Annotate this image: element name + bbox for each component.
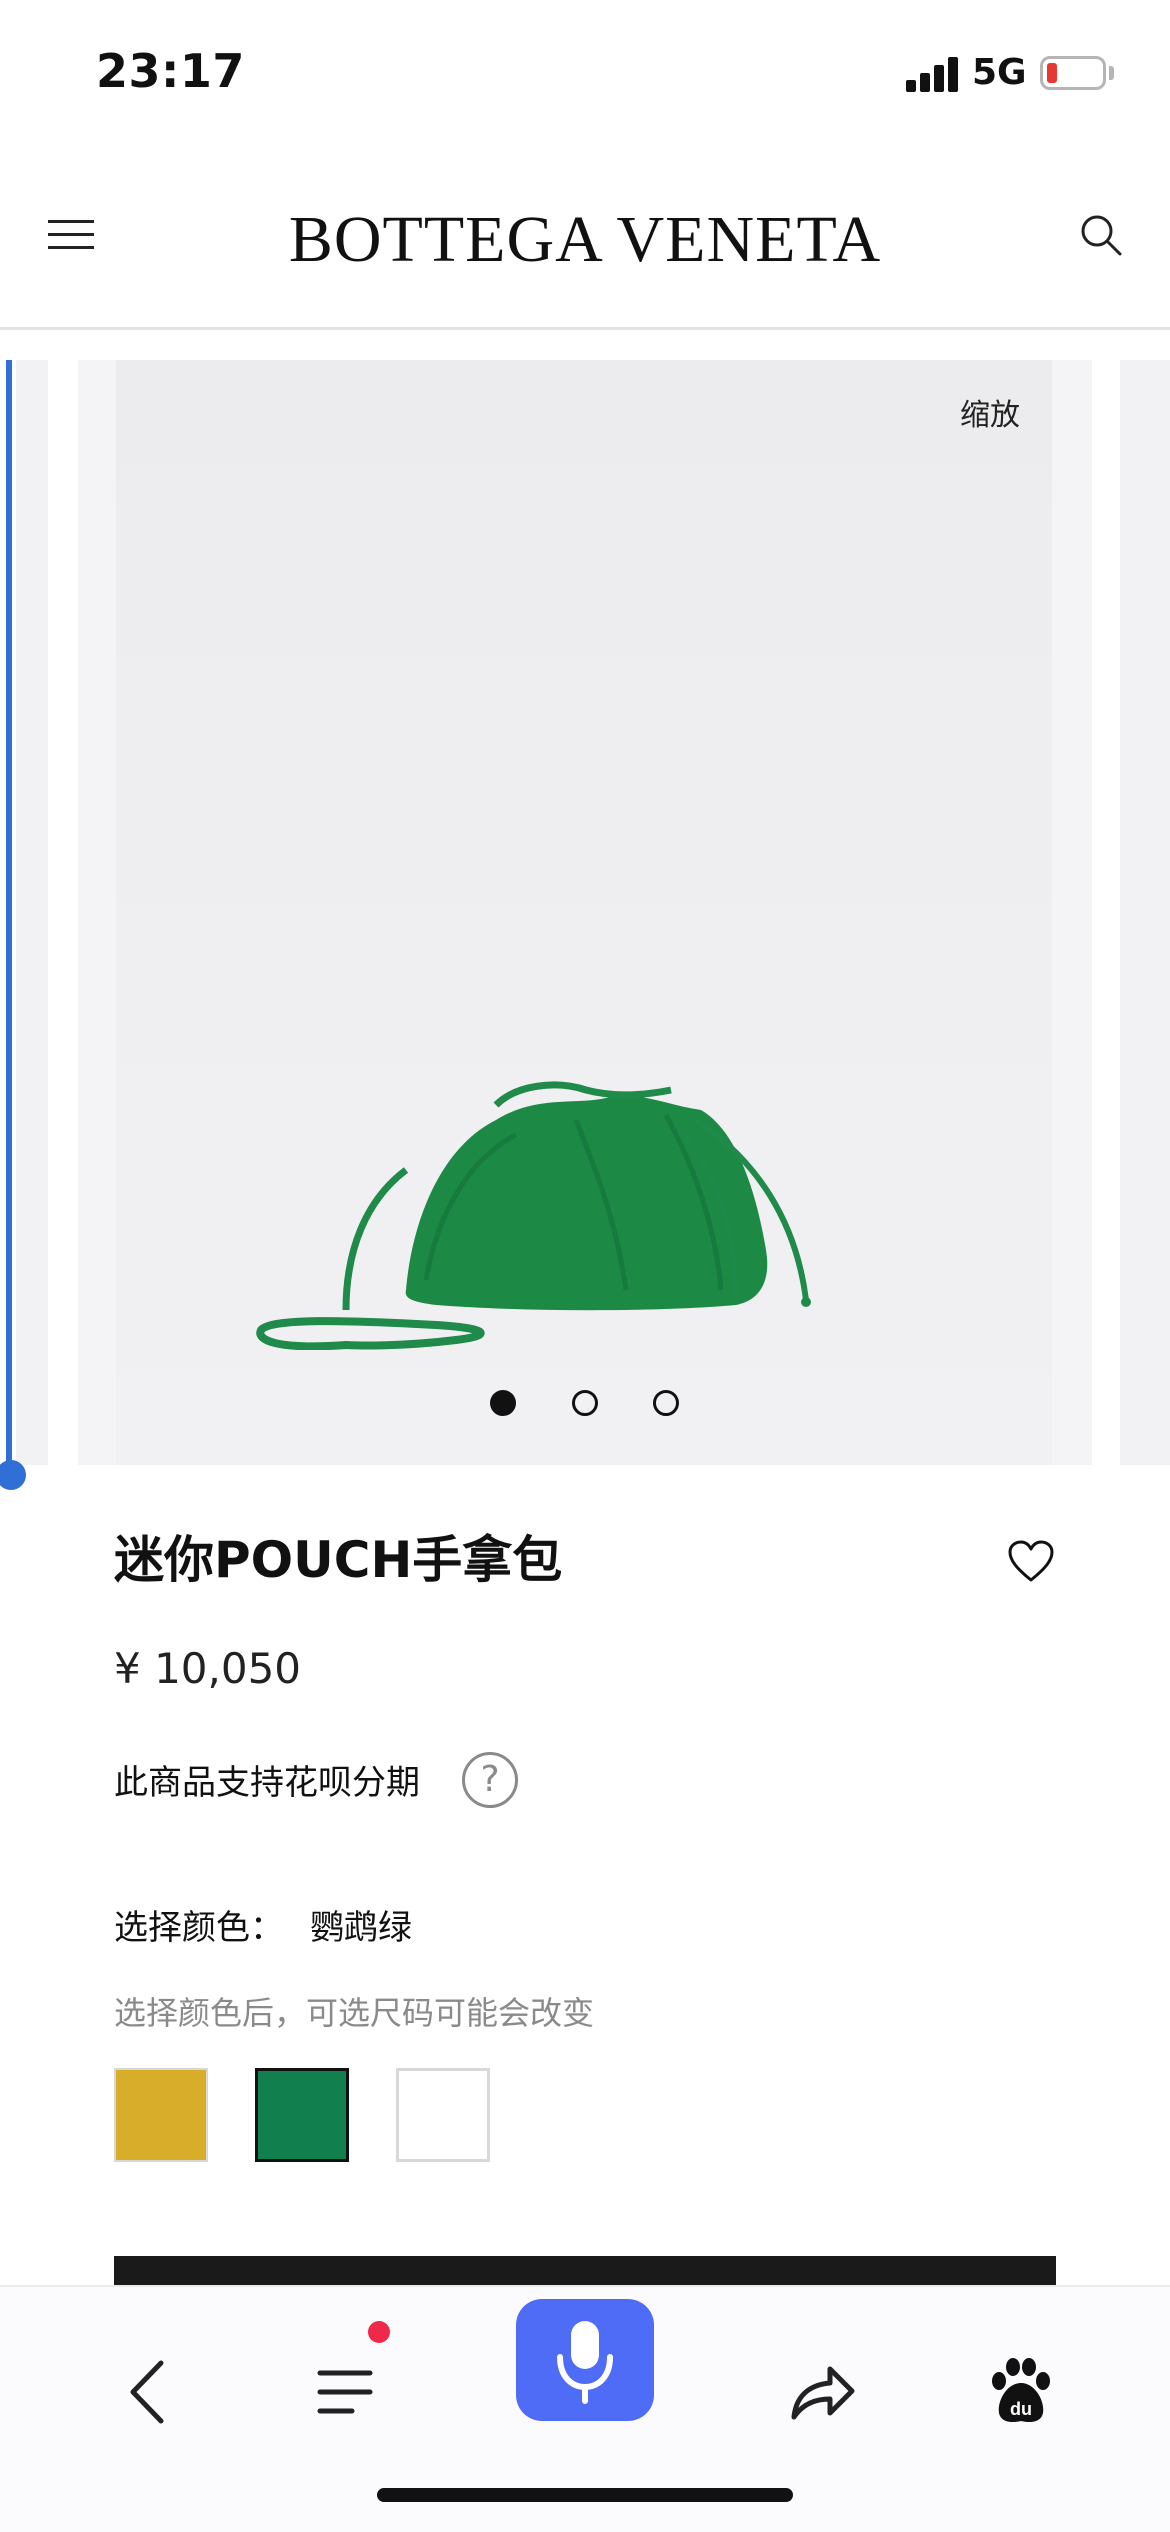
microphone-icon — [557, 2321, 613, 2404]
home-indicator[interactable] — [377, 2488, 793, 2502]
notification-dot — [368, 2321, 390, 2343]
back-icon[interactable] — [115, 2357, 185, 2427]
add-to-bag-button[interactable] — [114, 2256, 1056, 2286]
scroll-indicator — [6, 360, 12, 1475]
brand-logo[interactable]: BOTTEGA VENETA — [0, 202, 1170, 278]
baidu-icon[interactable]: du — [985, 2357, 1055, 2427]
menu-icon[interactable] — [312, 2357, 382, 2427]
battery-cap — [1109, 66, 1114, 80]
network-label: 5G — [972, 52, 1027, 93]
installment-text: 此商品支持花呗分期 — [114, 1763, 420, 1803]
status-time: 23:17 — [96, 44, 245, 98]
color-value: 鹦鹉绿 — [310, 1908, 412, 1948]
previous-card — [16, 360, 48, 1465]
pagination-dot[interactable] — [653, 1390, 679, 1416]
svg-text:du: du — [1010, 2399, 1032, 2419]
product-title: 迷你POUCH手拿包 — [114, 1531, 563, 1589]
color-label: 选择颜色： — [114, 1908, 284, 1948]
help-icon[interactable]: ? — [462, 1752, 518, 1808]
product-photo[interactable]: 缩放 — [116, 360, 1052, 1465]
color-swatch-yellow[interactable] — [114, 2068, 208, 2162]
color-selection-line: 选择颜色： 鹦鹉绿 — [114, 1900, 412, 1949]
bag-image — [256, 1081, 811, 1350]
search-icon[interactable] — [1078, 212, 1124, 258]
product-gallery[interactable]: 缩放 — [0, 360, 1170, 1490]
battery-icon — [1040, 56, 1106, 90]
voice-button[interactable] — [516, 2299, 654, 2421]
color-swatch-parakeet-green[interactable] — [255, 2068, 349, 2162]
gallery-pagination — [0, 1390, 1170, 1420]
next-card — [1120, 360, 1170, 1465]
status-bar: 23:17 5G — [0, 0, 1170, 150]
heart-icon[interactable] — [1006, 1538, 1056, 1584]
share-icon[interactable] — [786, 2357, 856, 2427]
zoom-button[interactable]: 缩放 — [960, 390, 1020, 434]
scroll-knob[interactable] — [0, 1460, 26, 1490]
color-swatch-white[interactable] — [396, 2068, 490, 2162]
pagination-dot[interactable] — [572, 1390, 598, 1416]
product-price: ¥ 10,050 — [114, 1644, 302, 1693]
signal-icon — [906, 56, 960, 92]
site-header: BOTTEGA VENETA — [0, 150, 1170, 330]
color-hint: 选择颜色后，可选尺码可能会改变 — [114, 1994, 595, 2032]
pagination-dot[interactable] — [490, 1390, 516, 1416]
main-image-card[interactable]: 缩放 — [78, 360, 1092, 1465]
